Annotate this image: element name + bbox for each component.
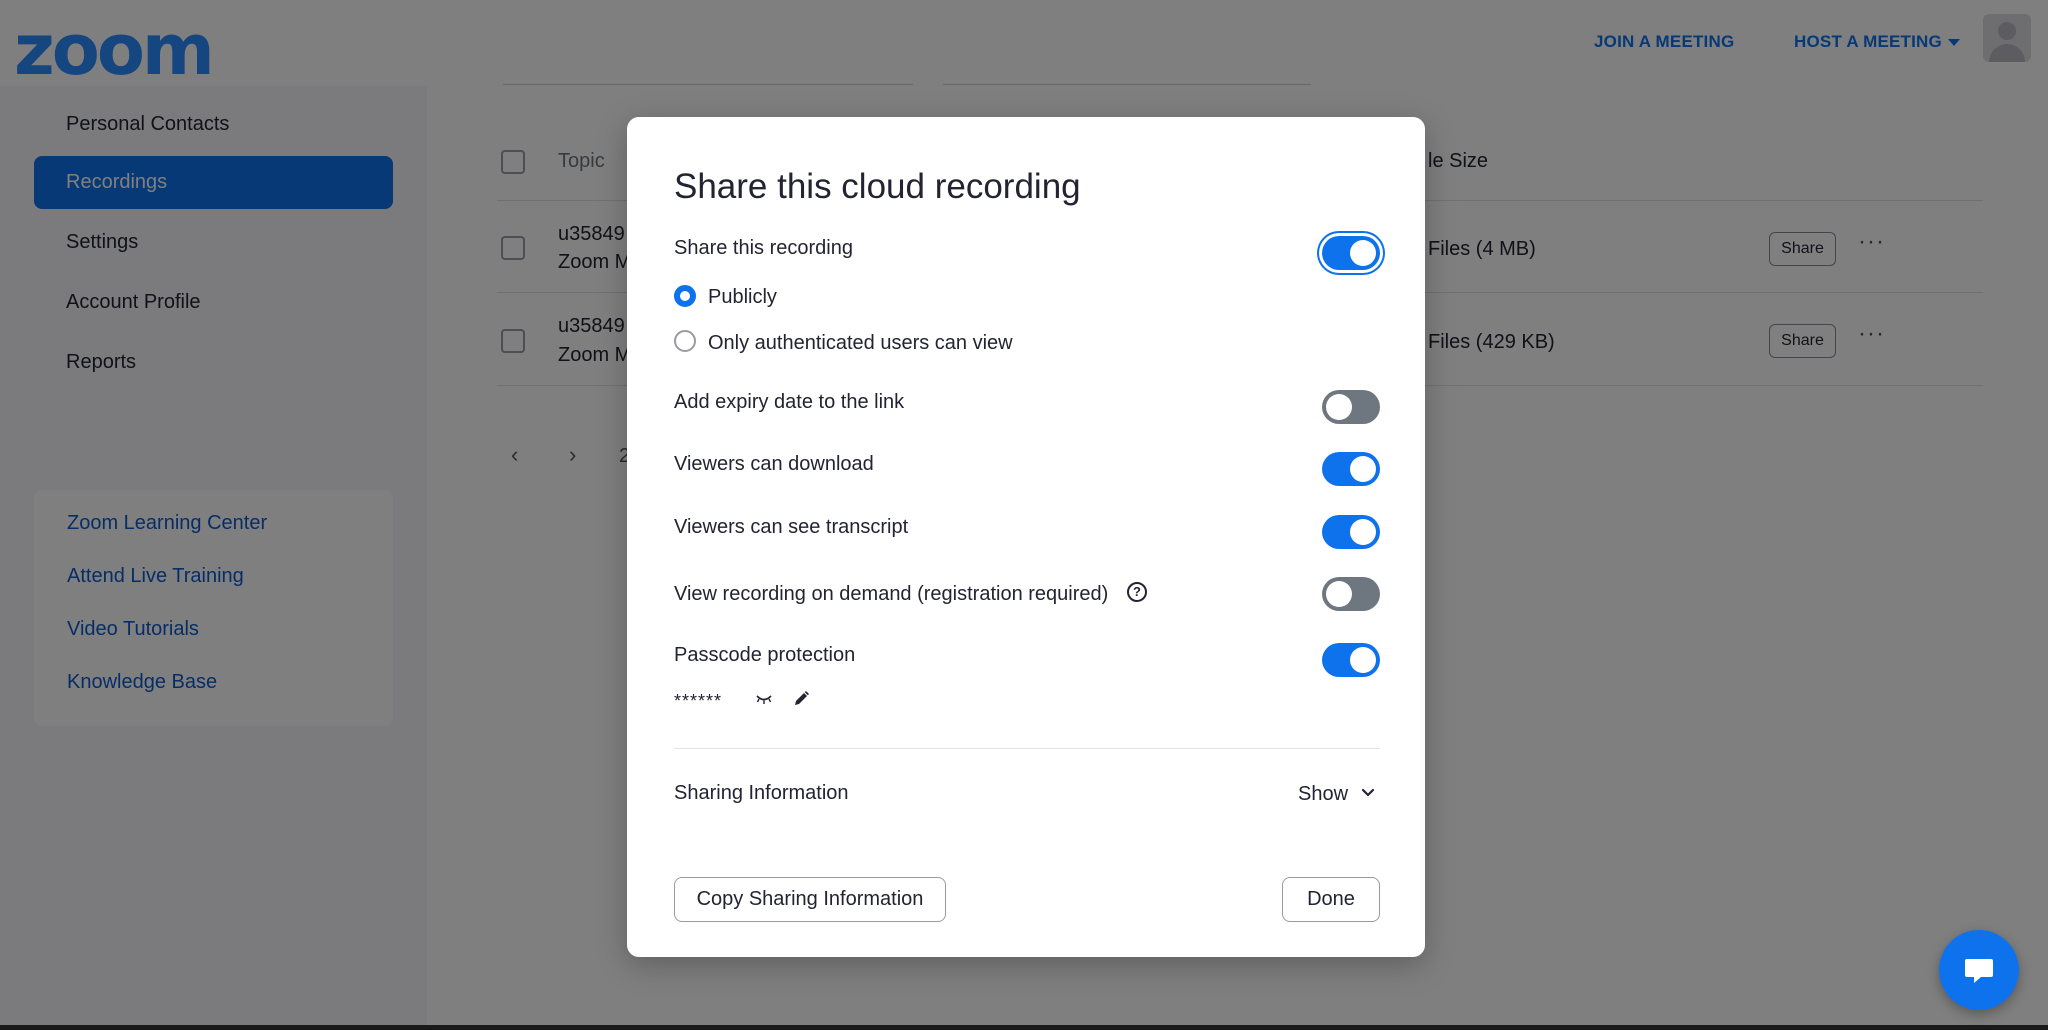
dialog-title: Share this cloud recording [674,167,1081,206]
share-recording-label: Share this recording [674,237,853,259]
passcode-protection-label: Passcode protection [674,644,856,666]
window-bottom-edge [0,1025,2048,1030]
section-divider [674,748,1380,749]
show-sharing-info-toggle[interactable]: Show [1298,783,1348,806]
toggle-knob [1326,394,1352,420]
done-button[interactable]: Done [1282,877,1380,922]
pencil-edit-icon[interactable] [792,690,810,713]
toggle-knob [1350,456,1376,482]
help-circle-icon[interactable]: ? [1127,582,1147,602]
toggle-knob [1350,519,1376,545]
toggle-knob [1326,581,1352,607]
eye-closed-icon[interactable] [755,692,773,711]
radio-authenticated-only-label[interactable]: Only authenticated users can view [708,332,1013,355]
viewers-download-toggle[interactable] [1322,452,1380,486]
radio-authenticated-only[interactable] [674,330,696,352]
passcode-value: ****** [674,691,723,711]
chat-bubble-icon [1965,959,1993,983]
expiry-date-toggle[interactable] [1322,390,1380,424]
sharing-information-label: Sharing Information [674,782,849,804]
radio-publicly[interactable] [674,285,696,307]
expiry-date-label: Add expiry date to the link [674,391,905,413]
copy-sharing-info-button[interactable]: Copy Sharing Information [674,877,946,922]
toggle-knob [1350,647,1376,673]
chevron-down-icon[interactable] [1360,784,1376,805]
share-recording-toggle[interactable] [1322,236,1380,270]
viewers-download-label: Viewers can download [674,453,874,475]
on-demand-label: View recording on demand (registration r… [674,583,1109,605]
viewers-transcript-toggle[interactable] [1322,515,1380,549]
passcode-protection-toggle[interactable] [1322,643,1380,677]
share-recording-dialog: Share this cloud recording Share this re… [627,117,1425,957]
chat-button[interactable] [1939,930,2019,1010]
toggle-knob [1350,240,1376,266]
viewers-transcript-label: Viewers can see transcript [674,516,909,538]
on-demand-toggle[interactable] [1322,577,1380,611]
radio-publicly-label[interactable]: Publicly [708,286,777,309]
